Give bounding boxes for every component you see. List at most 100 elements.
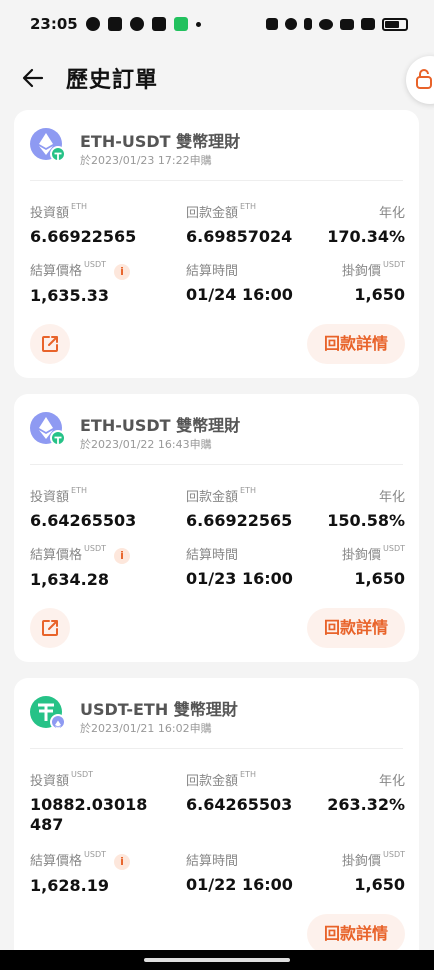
invest-label: 投資額 — [30, 490, 70, 505]
product-name: ETH-USDT 雙幣理財 — [80, 132, 241, 151]
refund-detail-button[interactable]: 回款詳情 — [307, 324, 405, 364]
share-button[interactable] — [30, 324, 70, 364]
more-notifications-icon — [195, 21, 201, 27]
subscribe-date: 於2023/01/21 16:02申購 — [80, 722, 212, 735]
invest-value-line1: 10882.03018 — [30, 795, 148, 814]
share-button[interactable] — [30, 608, 70, 648]
invest-amount: 投資額 USDT 10882.03018 487 — [30, 770, 147, 835]
hook-label: 掛鉤價 — [342, 854, 382, 869]
settle-price-unit: USDT — [84, 850, 106, 859]
clock: 23:05 — [30, 15, 78, 33]
hook-value: 1,650 — [354, 285, 405, 304]
card-header: USDT-ETH 雙幣理財 於2023/01/21 16:02申購 — [30, 696, 403, 740]
settle-price-unit: USDT — [84, 544, 106, 553]
info-icon[interactable]: i — [114, 547, 130, 564]
product-name: ETH-USDT 雙幣理財 — [80, 416, 241, 435]
invest-amount: 投資額 ETH 6.66922565 — [30, 202, 136, 247]
settle-price-label: 結算價格 — [30, 854, 83, 869]
hook-price: 掛鉤價 USDT 1,650 — [342, 260, 405, 305]
signal-icon — [361, 18, 375, 30]
external-link-icon — [42, 620, 58, 636]
eth-usdt-coin-icon — [30, 128, 66, 162]
apy-label: 年化 — [378, 490, 405, 505]
wechat-icon — [173, 17, 188, 31]
apy-value: 170.34% — [327, 227, 405, 246]
hook-unit: USDT — [383, 544, 405, 553]
settle-time-label: 結算時間 — [186, 548, 239, 563]
refund-unit: ETH — [240, 486, 256, 495]
card-header: ETH-USDT 雙幣理財 於2023/01/22 16:43申購 — [30, 412, 403, 456]
navigation-bar — [0, 950, 434, 970]
lock-icon — [416, 69, 432, 89]
settle-time: 結算時間 01/22 16:00 — [186, 850, 293, 895]
invest-value-line2: 487 — [30, 815, 64, 834]
line-icon — [107, 17, 122, 31]
hook-label: 掛鉤價 — [342, 264, 382, 279]
settle-price-value: 1,635.33 — [30, 285, 109, 305]
back-arrow-icon[interactable] — [22, 67, 44, 89]
hook-price: 掛鉤價 USDT 1,650 — [342, 544, 405, 589]
settle-time-value: 01/24 16:00 — [186, 285, 293, 304]
wifi-icon — [319, 18, 333, 30]
refund-unit: ETH — [240, 770, 256, 779]
home-gesture-bar[interactable] — [144, 958, 290, 962]
floating-assistant-button[interactable] — [406, 56, 434, 104]
settle-price-label: 結算價格 — [30, 264, 83, 279]
card-header: ETH-USDT 雙幣理財 於2023/01/23 17:22申購 — [30, 128, 403, 172]
settle-price: 結算價格 USDT i 1,628.19 — [30, 850, 130, 896]
hook-unit: USDT — [383, 850, 405, 859]
invest-amount: 投資額 ETH 6.64265503 — [30, 486, 136, 531]
nfc-icon — [266, 18, 278, 30]
product-name: USDT-ETH 雙幣理財 — [80, 700, 238, 719]
info-icon[interactable]: i — [114, 263, 130, 280]
refund-amount: 回款金額 ETH 6.64265503 — [186, 770, 292, 815]
refund-value: 6.69857024 — [186, 227, 293, 246]
invest-label: 投資額 — [30, 206, 70, 221]
invest-unit: ETH — [71, 486, 87, 495]
refund-value: 6.64265503 — [186, 795, 293, 814]
hook-unit: USDT — [383, 260, 405, 269]
settle-time: 結算時間 01/24 16:00 — [186, 260, 293, 305]
refund-detail-button[interactable]: 回款詳情 — [307, 608, 405, 648]
refund-detail-button[interactable]: 回款詳情 — [307, 914, 405, 954]
order-card: USDT-ETH 雙幣理財 於2023/01/21 16:02申購 投資額 USD… — [14, 678, 419, 968]
hook-label: 掛鉤價 — [342, 548, 382, 563]
page-title: 歷史訂單 — [66, 68, 159, 93]
settle-price-value: 1,634.28 — [30, 569, 109, 589]
hook-price: 掛鉤價 USDT 1,650 — [342, 850, 405, 895]
refund-amount: 回款金額 ETH 6.66922565 — [186, 486, 292, 531]
page-header: 歷史訂單 — [0, 48, 434, 108]
external-link-icon — [42, 336, 58, 352]
apy-value: 263.32% — [327, 795, 405, 814]
apy-value: 150.58% — [327, 511, 405, 530]
refund-amount: 回款金額 ETH 6.69857024 — [186, 202, 292, 247]
youtube-icon — [151, 17, 166, 31]
annual-rate: 年化 263.32% — [327, 770, 405, 815]
settle-time: 結算時間 01/23 16:00 — [186, 544, 293, 589]
refund-value: 6.66922565 — [186, 511, 293, 530]
settle-price-unit: USDT — [84, 260, 106, 269]
bluetooth-icon — [304, 18, 312, 30]
settle-time-value: 01/22 16:00 — [186, 875, 293, 894]
invest-label: 投資額 — [30, 774, 70, 789]
hook-value: 1,650 — [354, 875, 405, 894]
usdt-icon — [50, 430, 66, 446]
annual-rate: 年化 150.58% — [327, 486, 405, 531]
telegram-icon — [85, 17, 100, 31]
info-icon[interactable]: i — [114, 853, 130, 870]
usdt-eth-coin-icon — [30, 696, 66, 730]
order-card: ETH-USDT 雙幣理財 於2023/01/22 16:43申購 投資額 ETH… — [14, 394, 419, 662]
invest-value: 6.66922565 — [30, 227, 137, 246]
discord-icon — [129, 17, 144, 31]
subscribe-date: 於2023/01/22 16:43申購 — [80, 438, 212, 451]
hd-icon — [340, 18, 354, 30]
settle-price: 結算價格 USDT i 1,635.33 — [30, 260, 130, 306]
divider — [30, 464, 403, 465]
refund-unit: ETH — [240, 202, 256, 211]
apy-label: 年化 — [378, 774, 405, 789]
usdt-icon — [50, 146, 66, 162]
settle-time-label: 結算時間 — [186, 854, 239, 869]
subscribe-date: 於2023/01/23 17:22申購 — [80, 154, 212, 167]
alarm-icon — [285, 18, 297, 30]
eth-usdt-coin-icon — [30, 412, 66, 446]
